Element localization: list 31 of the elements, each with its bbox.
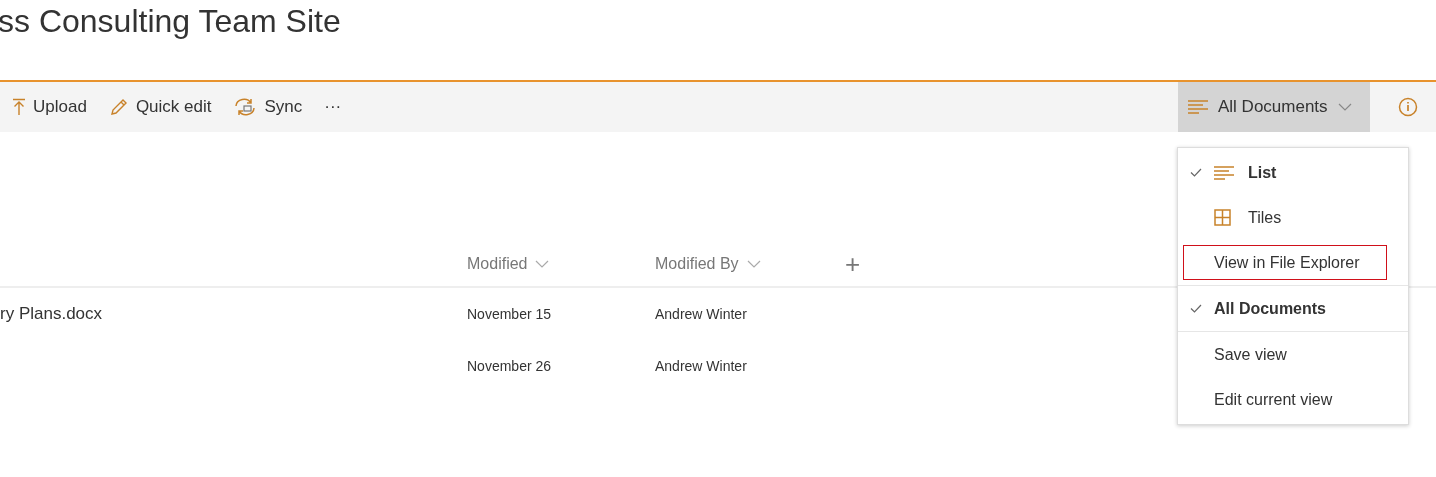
pencil-icon (108, 97, 129, 117)
command-button[interactable]: Quick edit (102, 91, 218, 123)
info-icon[interactable] (1398, 97, 1418, 117)
table-cell: November 26 (467, 358, 552, 374)
list-icon (1188, 100, 1208, 114)
table-cell: Andrew Winter (655, 306, 747, 322)
menu-item[interactable]: Edit current view (1178, 377, 1408, 422)
file-name[interactable]: ry Plans.docx (0, 304, 103, 323)
menu-item[interactable]: View in File Explorer (1178, 240, 1392, 285)
command-button[interactable]: Upload (6, 91, 93, 123)
upload-icon (12, 98, 26, 116)
column-header[interactable]: Modified (467, 255, 655, 273)
more-button[interactable]: ··· (318, 91, 348, 123)
list-icon (1214, 165, 1234, 180)
checkmark-icon (1190, 168, 1202, 177)
chevron-down-icon (1337, 103, 1352, 111)
menu-item[interactable]: Tiles (1178, 195, 1408, 240)
checkmark-icon (1190, 304, 1202, 313)
table-cell: Andrew Winter (655, 358, 747, 374)
column-header[interactable]: Modified By (655, 255, 845, 273)
add-column-button[interactable]: + (845, 251, 861, 277)
menu-item[interactable]: All Documents (1178, 286, 1408, 331)
grid-icon (1214, 209, 1231, 226)
chevron-down-icon (535, 260, 550, 268)
chevron-down-icon (746, 260, 761, 268)
view-dropdown-button[interactable]: All Documents (1178, 82, 1370, 132)
table-cell: November 15 (467, 306, 552, 322)
menu-item[interactable]: List (1178, 150, 1408, 195)
command-button[interactable]: Sync (227, 90, 309, 124)
menu-item[interactable]: Save view (1178, 332, 1408, 377)
sync-icon (233, 96, 258, 118)
